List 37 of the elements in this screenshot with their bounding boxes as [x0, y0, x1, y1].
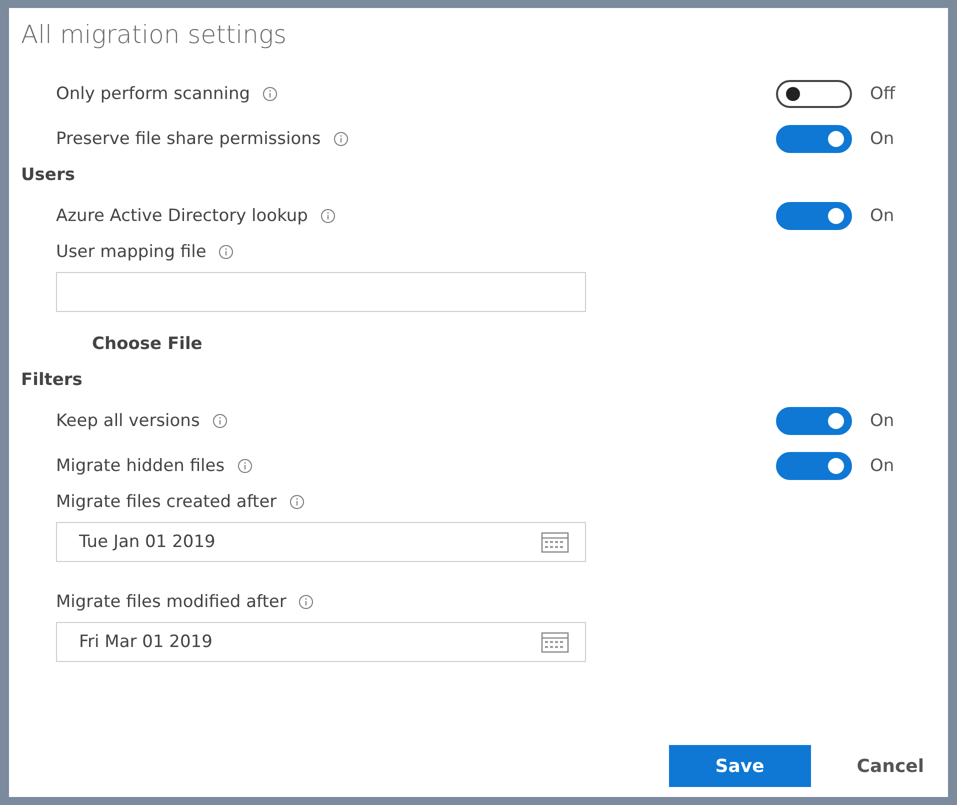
- choose-file-button[interactable]: Choose File: [92, 330, 202, 358]
- date-field[interactable]: Fri Mar 01 2019: [56, 622, 586, 662]
- toggle-state: On: [870, 456, 894, 476]
- info-icon[interactable]: [320, 208, 336, 224]
- setting-label: Migrate hidden files: [56, 456, 225, 476]
- setting-label: Only perform scanning: [56, 84, 250, 104]
- toggle-state: On: [870, 206, 894, 226]
- cancel-button[interactable]: Cancel: [850, 745, 930, 787]
- toggle-switch[interactable]: [776, 80, 852, 108]
- toggle-state: On: [870, 128, 894, 148]
- input-field[interactable]: [56, 272, 586, 312]
- toggle-switch[interactable]: [776, 452, 852, 480]
- toggle-state: On: [870, 410, 894, 430]
- toggle-switch[interactable]: [776, 406, 852, 434]
- section-heading: Filters: [21, 370, 84, 390]
- info-icon[interactable]: [218, 244, 234, 260]
- calendar-icon[interactable]: [541, 531, 569, 553]
- section-heading: Users: [21, 165, 76, 185]
- toggle-switch[interactable]: [776, 124, 852, 152]
- toggle-switch[interactable]: [776, 202, 852, 230]
- info-icon[interactable]: [298, 594, 314, 610]
- setting-label: User mapping file: [56, 242, 206, 262]
- setting-label: Keep all versions: [56, 410, 200, 430]
- info-icon[interactable]: [236, 458, 253, 474]
- save-button[interactable]: Save: [668, 745, 811, 787]
- calendar-icon[interactable]: [541, 631, 569, 653]
- date-field[interactable]: Tue Jan 01 2019: [56, 522, 586, 562]
- setting-label: Migrate files modified after: [56, 592, 286, 612]
- setting-label: Azure Active Directory lookup: [56, 206, 308, 226]
- setting-label: Migrate files created after: [56, 492, 277, 512]
- setting-label: Preserve file share permissions: [56, 128, 321, 148]
- info-icon[interactable]: [262, 86, 278, 102]
- info-icon[interactable]: [332, 130, 349, 146]
- info-icon[interactable]: [288, 494, 305, 510]
- info-icon[interactable]: [212, 412, 228, 428]
- toggle-state: Off: [870, 84, 896, 104]
- panel-title: All migration settings: [21, 20, 288, 49]
